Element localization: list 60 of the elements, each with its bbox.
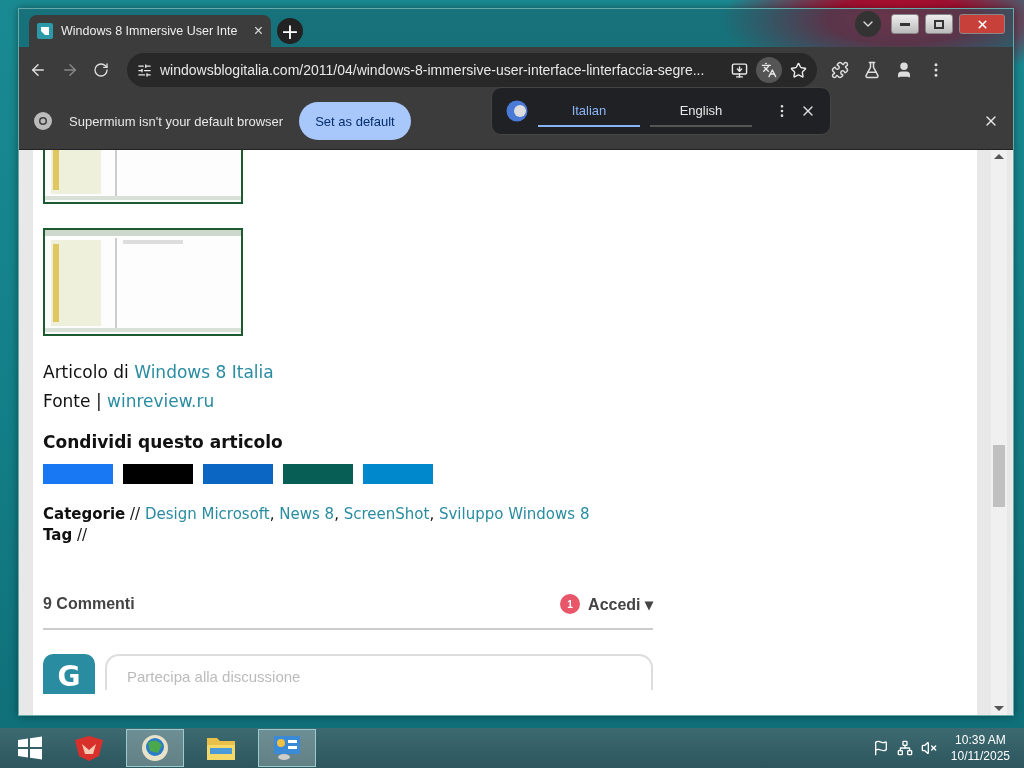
translate-logo-icon <box>506 100 528 122</box>
credit-link[interactable]: Windows 8 Italia <box>134 362 274 382</box>
scrollbar[interactable] <box>991 150 1007 715</box>
credit-line: Articolo di Windows 8 Italia <box>43 361 275 384</box>
categories-line: Categorie // Design Microsoft, News 8, ScreenShot, Sviluppo Windows 8 <box>43 504 591 525</box>
url-text: windowsblogitalia.com/2011/04/windows-8-immersive-user-interface-linterfaccia-segre... <box>160 62 706 78</box>
tag-line: Tag // <box>43 525 89 546</box>
minimize-icon <box>900 22 910 26</box>
comma: , <box>269 505 276 523</box>
login-link[interactable]: Accedi ▾ <box>588 594 653 614</box>
tab-title: Windows 8 Immersive User Inte <box>61 24 239 38</box>
credit-link[interactable]: winreview.ru <box>107 391 215 411</box>
bookmark-star-icon[interactable] <box>790 61 807 79</box>
browser-tab[interactable]: Windows 8 Immersive User Inte × <box>29 15 271 47</box>
category-link[interactable]: Sviluppo Windows 8 <box>438 505 590 523</box>
avatar: G <box>43 654 95 694</box>
comma: , <box>334 505 340 523</box>
reload-icon[interactable] <box>93 62 109 78</box>
mute-icon[interactable] <box>920 740 937 756</box>
network-icon[interactable] <box>896 740 913 756</box>
comment-count: 9 Commenti <box>43 595 135 613</box>
browser-logo-icon <box>33 111 53 131</box>
comma: , <box>429 505 436 523</box>
profile-icon[interactable] <box>895 61 913 79</box>
category-link[interactable]: Design Microsoft <box>144 505 270 523</box>
taskbar-app-button[interactable] <box>258 729 316 767</box>
translate-icon <box>761 62 777 78</box>
back-icon[interactable] <box>29 61 47 79</box>
control-panel-icon <box>272 734 302 762</box>
taskbar-app-button[interactable] <box>126 729 184 767</box>
new-tab-button[interactable]: + <box>277 18 303 44</box>
page-favicon <box>37 23 53 39</box>
flask-icon[interactable] <box>863 61 881 79</box>
fox-icon <box>73 734 105 762</box>
close-icon <box>975 17 989 31</box>
comment-field[interactable]: Partecipa alla discussione <box>105 654 653 690</box>
language-tab[interactable]: English <box>650 95 752 127</box>
set-default-button[interactable]: Set as default <box>299 102 411 140</box>
close-button[interactable] <box>959 14 1005 34</box>
tab-search-button[interactable] <box>855 11 881 37</box>
maximize-button[interactable] <box>925 14 953 34</box>
translate-button[interactable] <box>756 57 782 83</box>
language-tab[interactable]: Italian <box>538 95 640 127</box>
minimize-button[interactable] <box>891 14 919 34</box>
extensions-icon[interactable] <box>831 61 849 79</box>
credit-line: Fonte | winreview.ru <box>43 390 216 413</box>
category-link[interactable]: News 8 <box>279 505 335 523</box>
share-heading: Condividi questo articolo <box>43 432 284 452</box>
infobar-message: Supermium isn't your default browser <box>69 113 284 129</box>
flag-icon[interactable] <box>872 740 889 756</box>
notification-badge: 1 <box>560 594 581 614</box>
clock[interactable]: 10:39 AM 10/11/2025 <box>950 732 1010 764</box>
maximize-icon <box>934 19 944 29</box>
globe-icon <box>140 733 170 763</box>
forward-icon[interactable] <box>61 61 79 79</box>
category-link[interactable]: ScreenShot <box>343 505 430 523</box>
install-icon[interactable] <box>731 61 748 79</box>
site-info-icon[interactable] <box>137 62 152 78</box>
tab-close-button[interactable]: × <box>253 22 263 40</box>
address-bar[interactable]: windowsblogitalia.com/2011/04/windows-8-immersive-user-interface-linterfaccia-segre... <box>127 53 817 87</box>
